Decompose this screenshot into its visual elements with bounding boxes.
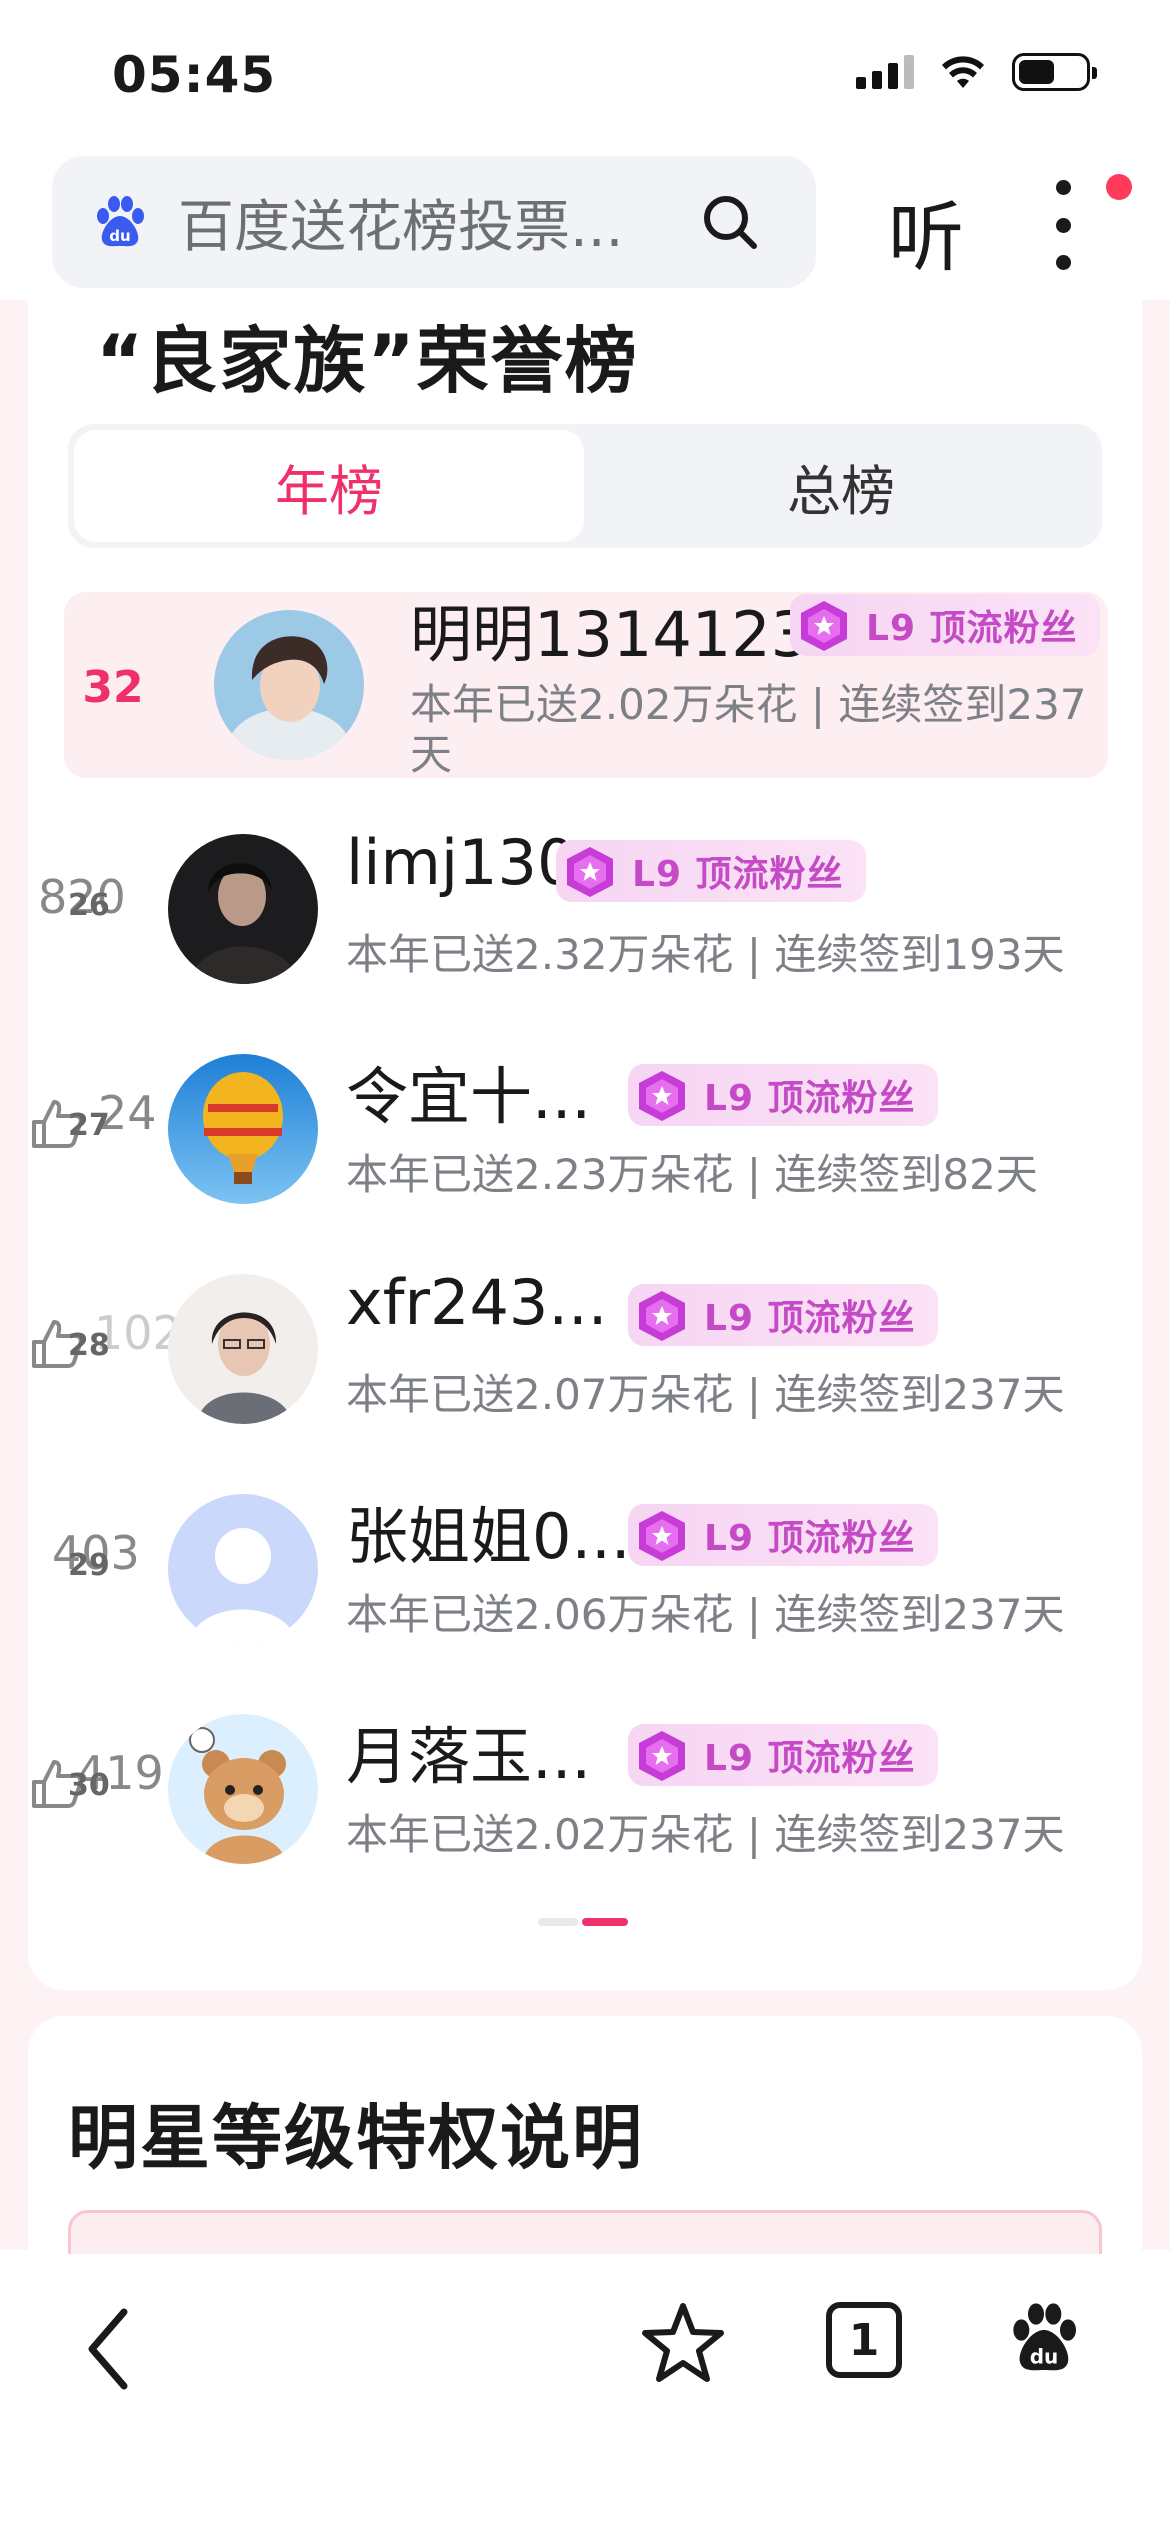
battery-icon [1012, 53, 1097, 91]
side-rank: 28 [68, 1328, 110, 1363]
notification-dot [1106, 174, 1132, 200]
list-item[interactable]: 102 28 xfr243... L9 顶流粉丝 本年已送2.07万朵花 | 连… [28, 1260, 1142, 1460]
level-section-title: 明星等级特权说明 [68, 2097, 644, 2179]
more-menu-icon[interactable] [1048, 180, 1078, 270]
list-item[interactable]: 820 26 limj130 L9 顶流粉丝 本年已送2.32万朵花 | 连续签… [28, 820, 1142, 1020]
fan-level-badge: L9 顶流粉丝 [790, 594, 1100, 656]
search-input[interactable]: 百度送花榜投票... [178, 182, 658, 263]
badge-label: L9 顶流粉丝 [704, 1738, 916, 1779]
level-hexagon-icon [639, 1071, 685, 1121]
user-stats: 本年已送2.06万朵花 | 连续签到237天 [346, 1590, 1065, 1639]
my-stats: 本年已送2.02万朵花 | 连续签到237天 [410, 680, 1087, 779]
user-name: 令宜十... [346, 1060, 592, 1133]
wifi-icon [942, 56, 984, 88]
level-hexagon-icon [639, 1731, 685, 1781]
level-hexagon-icon [639, 1511, 685, 1561]
list-item[interactable]: 24 27 令宜十... L9 顶流粉丝 本年已送2.23万朵花 | 连续签到8… [28, 1040, 1142, 1240]
my-rank-row[interactable]: 32 明明1314123 L9 顶流粉丝 本年已送2.02万朵花 | 连续签到2… [64, 592, 1108, 779]
user-stats: 本年已送2.23万朵花 | 连续签到82天 [346, 1150, 1038, 1199]
tab-total[interactable]: 总榜 [586, 430, 1096, 542]
page-indicator [538, 1918, 628, 1926]
list-item[interactable]: 419 30 月落玉... L9 顶流粉丝 本年已送2.02万朵花 | 连续签到… [28, 1700, 1142, 1900]
my-rank-number: 32 [82, 662, 144, 713]
user-name: 月落玉... [346, 1720, 592, 1793]
badge-label: L9 顶流粉丝 [632, 854, 844, 895]
bottom-nav: 1 du [0, 2254, 1170, 2532]
tabs-count-button[interactable]: 1 [826, 2302, 902, 2378]
ranking-tabs: 年榜 总榜 [68, 424, 1102, 548]
user-name: xfr243... [346, 1266, 608, 1339]
listen-button[interactable]: 听 [888, 176, 964, 286]
baidu-home-icon[interactable]: du [1004, 2298, 1084, 2378]
avatar [168, 1274, 318, 1424]
user-stats: 本年已送2.07万朵花 | 连续签到237天 [346, 1370, 1065, 1419]
star-bookmark-icon[interactable] [640, 2300, 726, 2386]
search-icon[interactable] [698, 190, 762, 254]
avatar [168, 1714, 318, 1864]
level-hexagon-icon [567, 847, 613, 897]
fan-level-badge: L9 顶流粉丝 [556, 840, 866, 902]
badge-label: L9 顶流粉丝 [866, 608, 1078, 649]
level-hexagon-icon [639, 1291, 685, 1341]
search-bar[interactable]: du 百度送花榜投票... [52, 156, 816, 288]
fan-level-badge: L9 顶流粉丝 [628, 1064, 938, 1126]
cellular-signal-icon [856, 55, 914, 89]
honor-card: “良家族”荣誉榜 年榜 总榜 32 明明1314123 L9 顶流粉丝 本年已送… [28, 290, 1142, 1990]
badge-label: L9 顶流粉丝 [704, 1078, 916, 1119]
badge-label: L9 顶流粉丝 [704, 1518, 916, 1559]
avatar [168, 1054, 318, 1204]
svg-text:du: du [109, 227, 130, 245]
side-rank: 29 [68, 1548, 110, 1583]
avatar [168, 834, 318, 984]
baidu-logo-icon: du [97, 196, 144, 247]
avatar [214, 610, 364, 760]
status-time: 05:45 [112, 46, 277, 104]
fan-level-badge: L9 顶流粉丝 [628, 1284, 938, 1346]
svg-text:du: du [1030, 2344, 1059, 2368]
my-name: 明明1314123 [410, 598, 811, 671]
status-bar: 05:45 [0, 0, 1170, 150]
badge-label: L9 顶流粉丝 [704, 1298, 916, 1339]
fan-level-badge: L9 顶流粉丝 [628, 1504, 938, 1566]
avatar [168, 1494, 318, 1644]
fan-level-badge: L9 顶流粉丝 [628, 1724, 938, 1786]
tab-yearly[interactable]: 年榜 [74, 430, 584, 542]
user-name: limj130 [346, 826, 577, 899]
user-name: 张姐姐0... [346, 1500, 631, 1573]
user-stats: 本年已送2.02万朵花 | 连续签到237天 [346, 1810, 1065, 1859]
user-stats: 本年已送2.32万朵花 | 连续签到193天 [346, 930, 1065, 979]
honor-title: “良家族”荣誉榜 [96, 319, 639, 403]
side-rank: 30 [68, 1768, 110, 1803]
list-item[interactable]: 403 29 张姐姐0... L9 顶流粉丝 本年已送2.06万朵花 | 连续签… [28, 1480, 1142, 1680]
back-icon[interactable] [80, 2304, 140, 2394]
status-icons [856, 52, 1097, 92]
level-hexagon-icon [801, 601, 847, 651]
side-rank: 26 [68, 888, 110, 923]
side-rank: 27 [68, 1108, 110, 1143]
